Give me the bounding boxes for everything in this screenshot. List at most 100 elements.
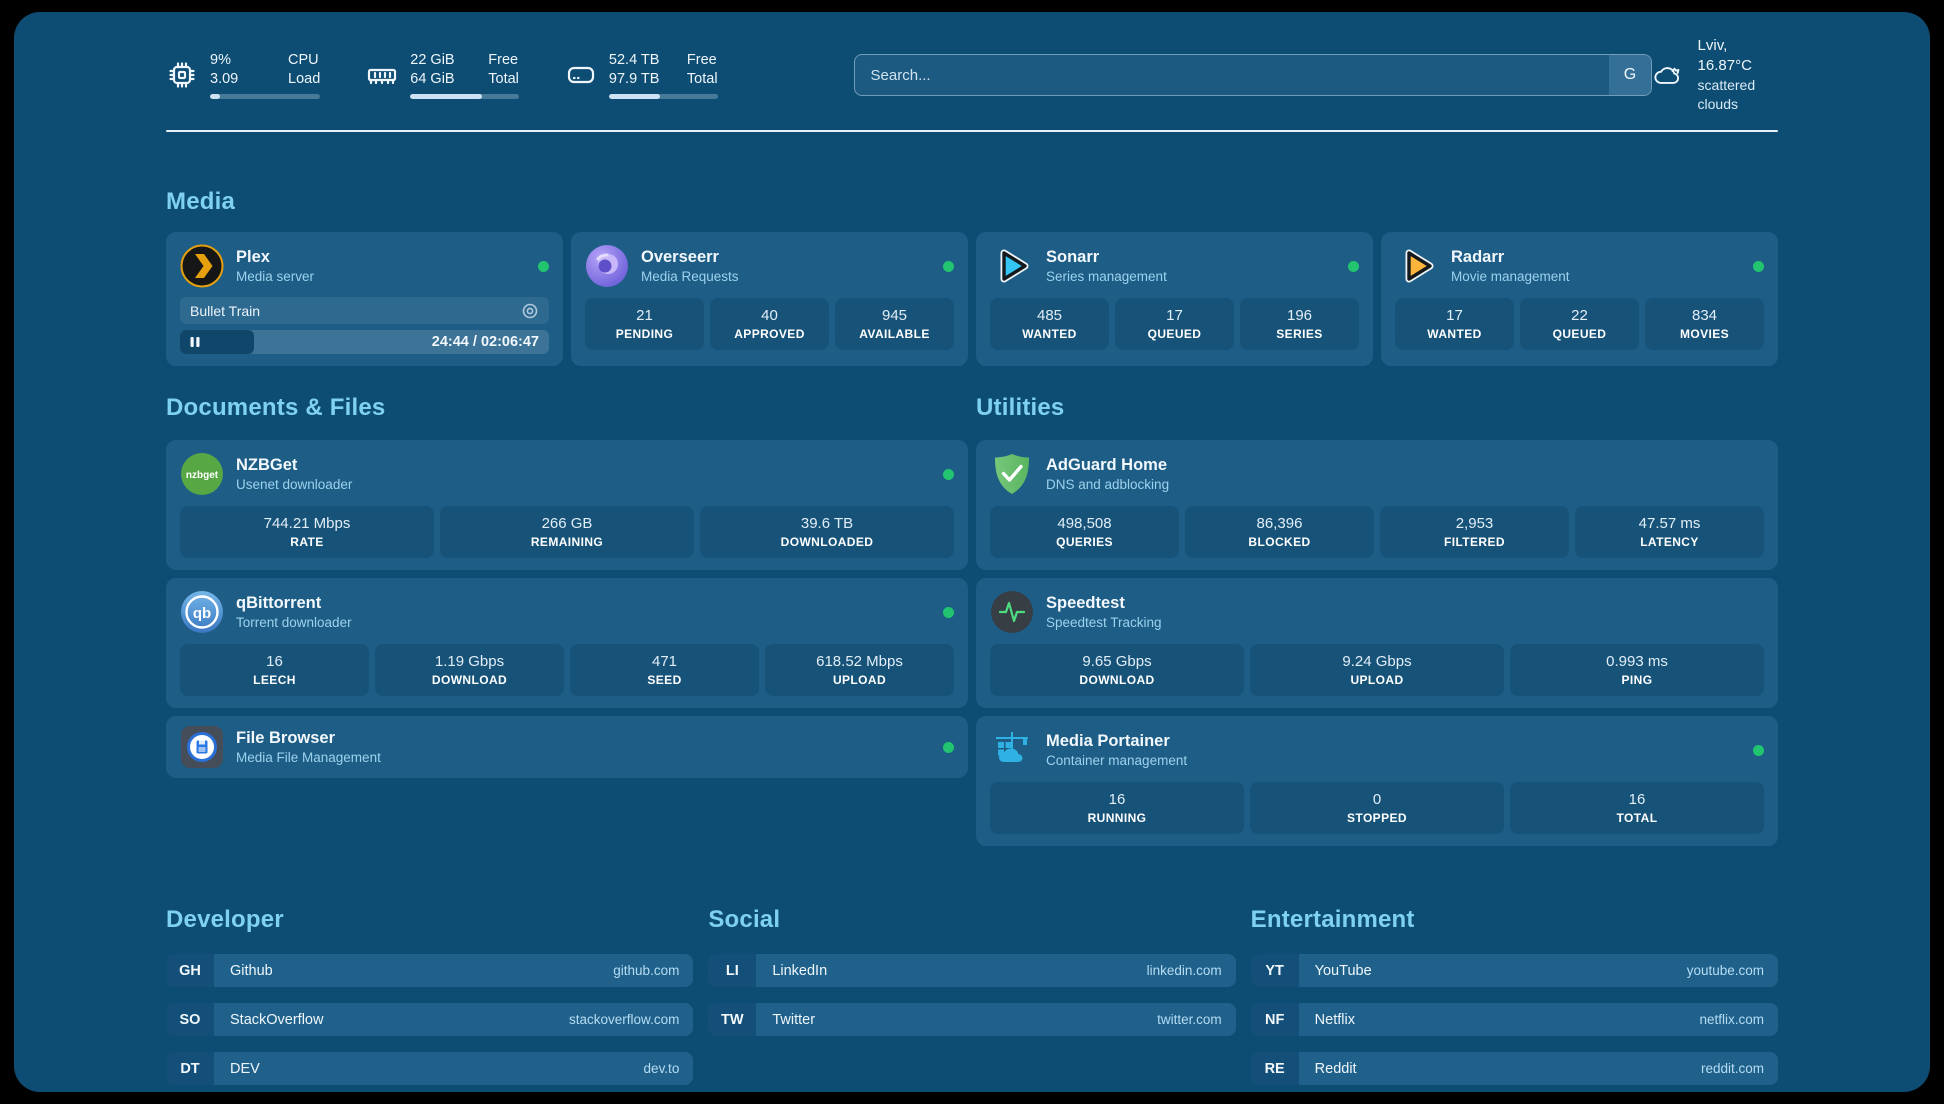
link-linkedin[interactable]: LI LinkedIn linkedin.com: [708, 954, 1235, 987]
stat-remaining: 266 GB REMAINING: [440, 506, 694, 558]
overseerr-card[interactable]: Overseerr Media Requests 21 PENDING 40 A…: [571, 232, 968, 366]
cpu-load-value: 3.09: [210, 70, 262, 89]
plex-card[interactable]: Plex Media server Bullet Train: [166, 232, 563, 366]
app-title: qBittorrent: [236, 593, 352, 614]
app-subtitle: Usenet downloader: [236, 476, 352, 494]
app-title: Sonarr: [1046, 247, 1167, 268]
search-provider-label: G: [1624, 66, 1636, 84]
link-reddit[interactable]: RE Reddit reddit.com: [1251, 1052, 1778, 1085]
ram-free-value: 22 GiB: [410, 51, 462, 70]
cpu-progress-fill: [210, 94, 220, 99]
status-dot: [1348, 261, 1359, 272]
cpu-usage-value: 9%: [210, 51, 262, 70]
header-bar: 9% 3.09 CPU Load: [166, 36, 1778, 114]
plex-icon: [180, 244, 224, 288]
app-title: Plex: [236, 247, 314, 268]
nzbget-card[interactable]: nzbget NZBGet Usenet downloader 744.21 M…: [166, 440, 968, 570]
utilities-column: Utilities AdGuard Home DNS and adblockin…: [976, 394, 1778, 846]
qbittorrent-card[interactable]: qb qBittorrent Torrent downloader 16 LEE…: [166, 578, 968, 708]
stat-ping: 0.993 ms PING: [1510, 644, 1764, 696]
entertainment-links: Entertainment YT YouTube youtube.com NF …: [1251, 906, 1778, 1085]
app-title: Radarr: [1451, 247, 1570, 268]
app-title: Media Portainer: [1046, 731, 1187, 752]
link-name: Twitter: [772, 1012, 815, 1028]
app-subtitle: Series management: [1046, 268, 1167, 286]
link-badge: LI: [708, 954, 756, 987]
now-playing-row: Bullet Train: [180, 297, 549, 324]
stat-series: 196 SERIES: [1240, 298, 1359, 350]
link-badge: NF: [1251, 1003, 1299, 1036]
link-name: StackOverflow: [230, 1012, 323, 1028]
link-stackoverflow[interactable]: SO StackOverflow stackoverflow.com: [166, 1003, 693, 1036]
status-dot: [943, 607, 954, 618]
link-youtube[interactable]: YT YouTube youtube.com: [1251, 954, 1778, 987]
link-name: DEV: [230, 1061, 260, 1077]
developer-links: Developer GH Github github.com SO StackO…: [166, 906, 693, 1085]
link-url: youtube.com: [1687, 963, 1764, 978]
adguard-card[interactable]: AdGuard Home DNS and adblocking 498,508 …: [976, 440, 1778, 570]
filebrowser-card[interactable]: File Browser Media File Management: [166, 716, 968, 778]
search-bar: G: [854, 54, 1652, 96]
link-netflix[interactable]: NF Netflix netflix.com: [1251, 1003, 1778, 1036]
svg-text:qb: qb: [193, 605, 211, 622]
ram-total-label: Total: [488, 70, 519, 89]
link-name: Github: [230, 963, 273, 979]
playback-time: 24:44 / 02:06:47: [432, 334, 549, 350]
link-badge: YT: [1251, 954, 1299, 987]
app-title: File Browser: [236, 728, 381, 749]
disk-progress-fill: [609, 94, 660, 99]
stat-available: 945 AVAILABLE: [835, 298, 954, 350]
header-divider: [166, 130, 1778, 132]
link-url: dev.to: [644, 1061, 680, 1076]
sonarr-card[interactable]: Sonarr Series management 485 WANTED 17 Q…: [976, 232, 1373, 366]
stat-download: 1.19 Gbps DOWNLOAD: [375, 644, 564, 696]
link-name: LinkedIn: [772, 963, 827, 979]
link-url: twitter.com: [1157, 1012, 1222, 1027]
nzbget-icon: nzbget: [180, 452, 224, 496]
now-playing-title: Bullet Train: [190, 303, 260, 319]
status-dot: [943, 742, 954, 753]
playback-progress-bar[interactable]: 24:44 / 02:06:47: [180, 330, 549, 354]
status-dot: [943, 469, 954, 480]
search-input[interactable]: [854, 54, 1652, 96]
link-badge: GH: [166, 954, 214, 987]
link-twitter[interactable]: TW Twitter twitter.com: [708, 1003, 1235, 1036]
pause-icon[interactable]: [189, 336, 201, 348]
memory-stat: 22 GiB 64 GiB Free Total: [366, 51, 519, 99]
link-badge: SO: [166, 1003, 214, 1036]
link-url: linkedin.com: [1147, 963, 1222, 978]
app-title: NZBGet: [236, 455, 352, 476]
weather-condition: scattered clouds: [1698, 76, 1778, 114]
search-provider-button[interactable]: G: [1609, 55, 1651, 95]
portainer-icon: [990, 728, 1034, 772]
cpu-progress-track: [210, 94, 320, 99]
ram-free-label: Free: [488, 51, 519, 70]
disk-stat: 52.4 TB 97.9 TB Free Total: [565, 51, 718, 99]
speedtest-card[interactable]: Speedtest Speedtest Tracking 9.65 Gbps D…: [976, 578, 1778, 708]
media-grid: Plex Media server Bullet Train: [166, 232, 1778, 366]
section-title-media: Media: [166, 188, 1778, 216]
stat-latency: 47.57 ms LATENCY: [1575, 506, 1764, 558]
stat-filtered: 2,953 FILTERED: [1380, 506, 1569, 558]
adguard-icon: [990, 452, 1034, 496]
speedtest-icon: [990, 590, 1034, 634]
sonarr-icon: [990, 244, 1034, 288]
dashboard-panel: 9% 3.09 CPU Load: [14, 12, 1930, 1092]
ram-progress-fill: [410, 94, 482, 99]
link-badge: TW: [708, 1003, 756, 1036]
link-github[interactable]: GH Github github.com: [166, 954, 693, 987]
stat-movies: 834 MOVIES: [1645, 298, 1764, 350]
weather-widget: Lviv, 16.87°C scattered clouds: [1652, 36, 1778, 114]
app-title: Overseerr: [641, 247, 739, 268]
link-badge: DT: [166, 1052, 214, 1085]
cpu-load-label: Load: [288, 70, 320, 89]
disk-progress-track: [609, 94, 718, 99]
video-session-icon[interactable]: [521, 302, 539, 320]
status-dot: [1753, 745, 1764, 756]
stat-approved: 40 APPROVED: [710, 298, 829, 350]
portainer-card[interactable]: Media Portainer Container management 16 …: [976, 716, 1778, 846]
ram-total-value: 64 GiB: [410, 70, 462, 89]
link-dev[interactable]: DT DEV dev.to: [166, 1052, 693, 1085]
disk-free-value: 52.4 TB: [609, 51, 661, 70]
radarr-card[interactable]: Radarr Movie management 17 WANTED 22 QUE…: [1381, 232, 1778, 366]
